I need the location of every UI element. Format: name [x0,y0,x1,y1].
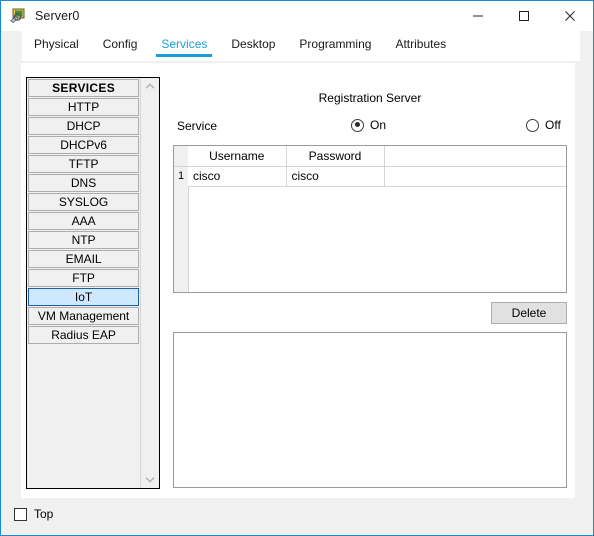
title-bar: Server0 [1,1,593,31]
minimize-icon [473,15,483,17]
tab-services[interactable]: Services [149,31,219,57]
maximize-button[interactable] [501,1,547,31]
device-window: Server0 Physical Config Services Desktop… [0,0,594,536]
column-header-username[interactable]: Username [188,146,287,167]
service-on-label: On [370,118,387,132]
services-sidebar: SERVICES HTTP DHCP DHCPv6 TFTP DNS SYSLO… [26,77,160,489]
sidebar-item-dhcpv6[interactable]: DHCPv6 [28,136,140,154]
service-off-option[interactable]: Off [526,118,561,132]
minimize-button[interactable] [455,1,501,31]
service-off-label: Off [545,118,561,132]
sidebar-item-vm-management[interactable]: VM Management [28,307,140,325]
registration-server-pane: Registration Server Service On Off Usern… [171,77,569,489]
sidebar-item-tftp[interactable]: TFTP [28,155,140,173]
column-header-filler [384,146,566,167]
service-on-option[interactable]: On [351,118,386,132]
sidebar-item-ntp[interactable]: NTP [28,231,140,249]
row-index-header [174,146,188,167]
sidebar-item-ftp[interactable]: FTP [28,269,140,287]
footer-bar: Top [2,498,592,534]
sidebar-item-aaa[interactable]: AAA [28,212,140,230]
cell-password[interactable]: cisco [286,166,385,187]
row-header-strip [174,186,189,292]
sidebar-scrollbar[interactable] [140,78,159,488]
users-table: Username Password 1 cisco cisco [174,146,566,187]
top-checkbox-label: Top [34,507,54,521]
cell-filler [384,166,566,187]
service-label: Service [177,119,218,133]
delete-button[interactable]: Delete [491,302,567,324]
sidebar-item-iot[interactable]: IoT [28,288,140,306]
sidebar-item-syslog[interactable]: SYSLOG [28,193,140,211]
sidebar-item-email[interactable]: EMAIL [28,250,140,268]
tab-programming[interactable]: Programming [287,31,383,55]
tab-strip: Physical Config Services Desktop Program… [2,31,592,61]
chevron-down-icon[interactable] [141,471,159,488]
cell-username[interactable]: cisco [188,166,287,187]
maximize-icon [519,11,529,21]
sidebar-item-http[interactable]: HTTP [28,98,140,116]
service-on-radio[interactable] [351,118,364,132]
sidebar-item-dhcp[interactable]: DHCP [28,117,140,135]
column-header-password[interactable]: Password [286,146,385,167]
row-index: 1 [174,166,188,187]
users-table-container[interactable]: Username Password 1 cisco cisco [173,145,567,293]
services-list: SERVICES HTTP DHCP DHCPv6 TFTP DNS SYSLO… [27,78,141,488]
top-checkbox-row[interactable]: Top [14,507,53,521]
tab-desktop[interactable]: Desktop [219,31,287,55]
tab-physical[interactable]: Physical [22,31,91,55]
service-toggle-row: Service On Off [171,117,569,137]
table-header-row: Username Password [174,146,566,167]
server-device-icon [9,7,27,25]
services-list-header: SERVICES [28,79,140,97]
log-output-box[interactable] [173,332,567,488]
window-controls [455,1,593,31]
sidebar-item-dns[interactable]: DNS [28,174,140,192]
tab-attributes[interactable]: Attributes [383,31,458,55]
window-title: Server0 [35,9,80,23]
service-off-radio[interactable] [526,118,539,132]
top-checkbox[interactable] [14,507,27,521]
close-icon [565,11,575,21]
content-panel: SERVICES HTTP DHCP DHCPv6 TFTP DNS SYSLO… [21,63,575,498]
tab-config[interactable]: Config [91,31,150,55]
chevron-up-icon[interactable] [141,78,159,95]
table-row[interactable]: 1 cisco cisco [174,166,566,187]
sidebar-item-radius-eap[interactable]: Radius EAP [28,326,140,344]
page-title: Registration Server [318,91,422,105]
close-button[interactable] [547,1,593,31]
